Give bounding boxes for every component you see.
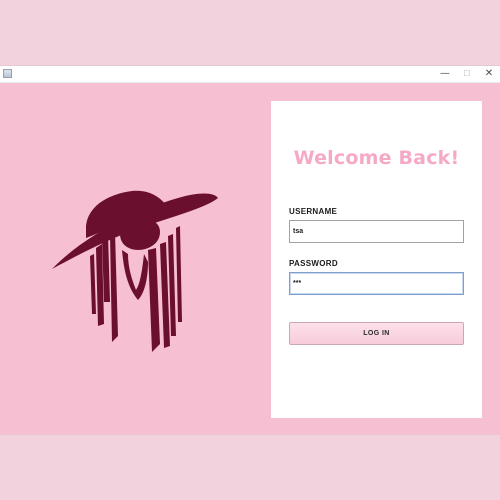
face-shape xyxy=(120,218,160,250)
woman-in-hat-logo xyxy=(52,190,218,352)
password-label: PASSWORD xyxy=(289,259,338,268)
close-button[interactable]: ✕ xyxy=(478,66,500,82)
username-label: USERNAME xyxy=(289,207,338,216)
neck-shape xyxy=(122,250,148,300)
login-panel: Welcome Back! USERNAME PASSWORD LOG IN xyxy=(271,101,482,418)
maximize-button[interactable]: ☐ xyxy=(456,66,478,82)
minimize-button[interactable]: — xyxy=(434,66,456,82)
password-input[interactable] xyxy=(289,272,464,295)
login-button[interactable]: LOG IN xyxy=(289,322,464,345)
app-window: — ☐ ✕ Welcome Back! USERNAME PASSWORD LO… xyxy=(0,66,500,434)
username-input[interactable] xyxy=(289,220,464,243)
title-bar[interactable]: — ☐ ✕ xyxy=(0,66,500,83)
java-app-icon xyxy=(3,69,12,78)
welcome-title: Welcome Back! xyxy=(293,147,460,169)
hair-left xyxy=(90,232,118,342)
